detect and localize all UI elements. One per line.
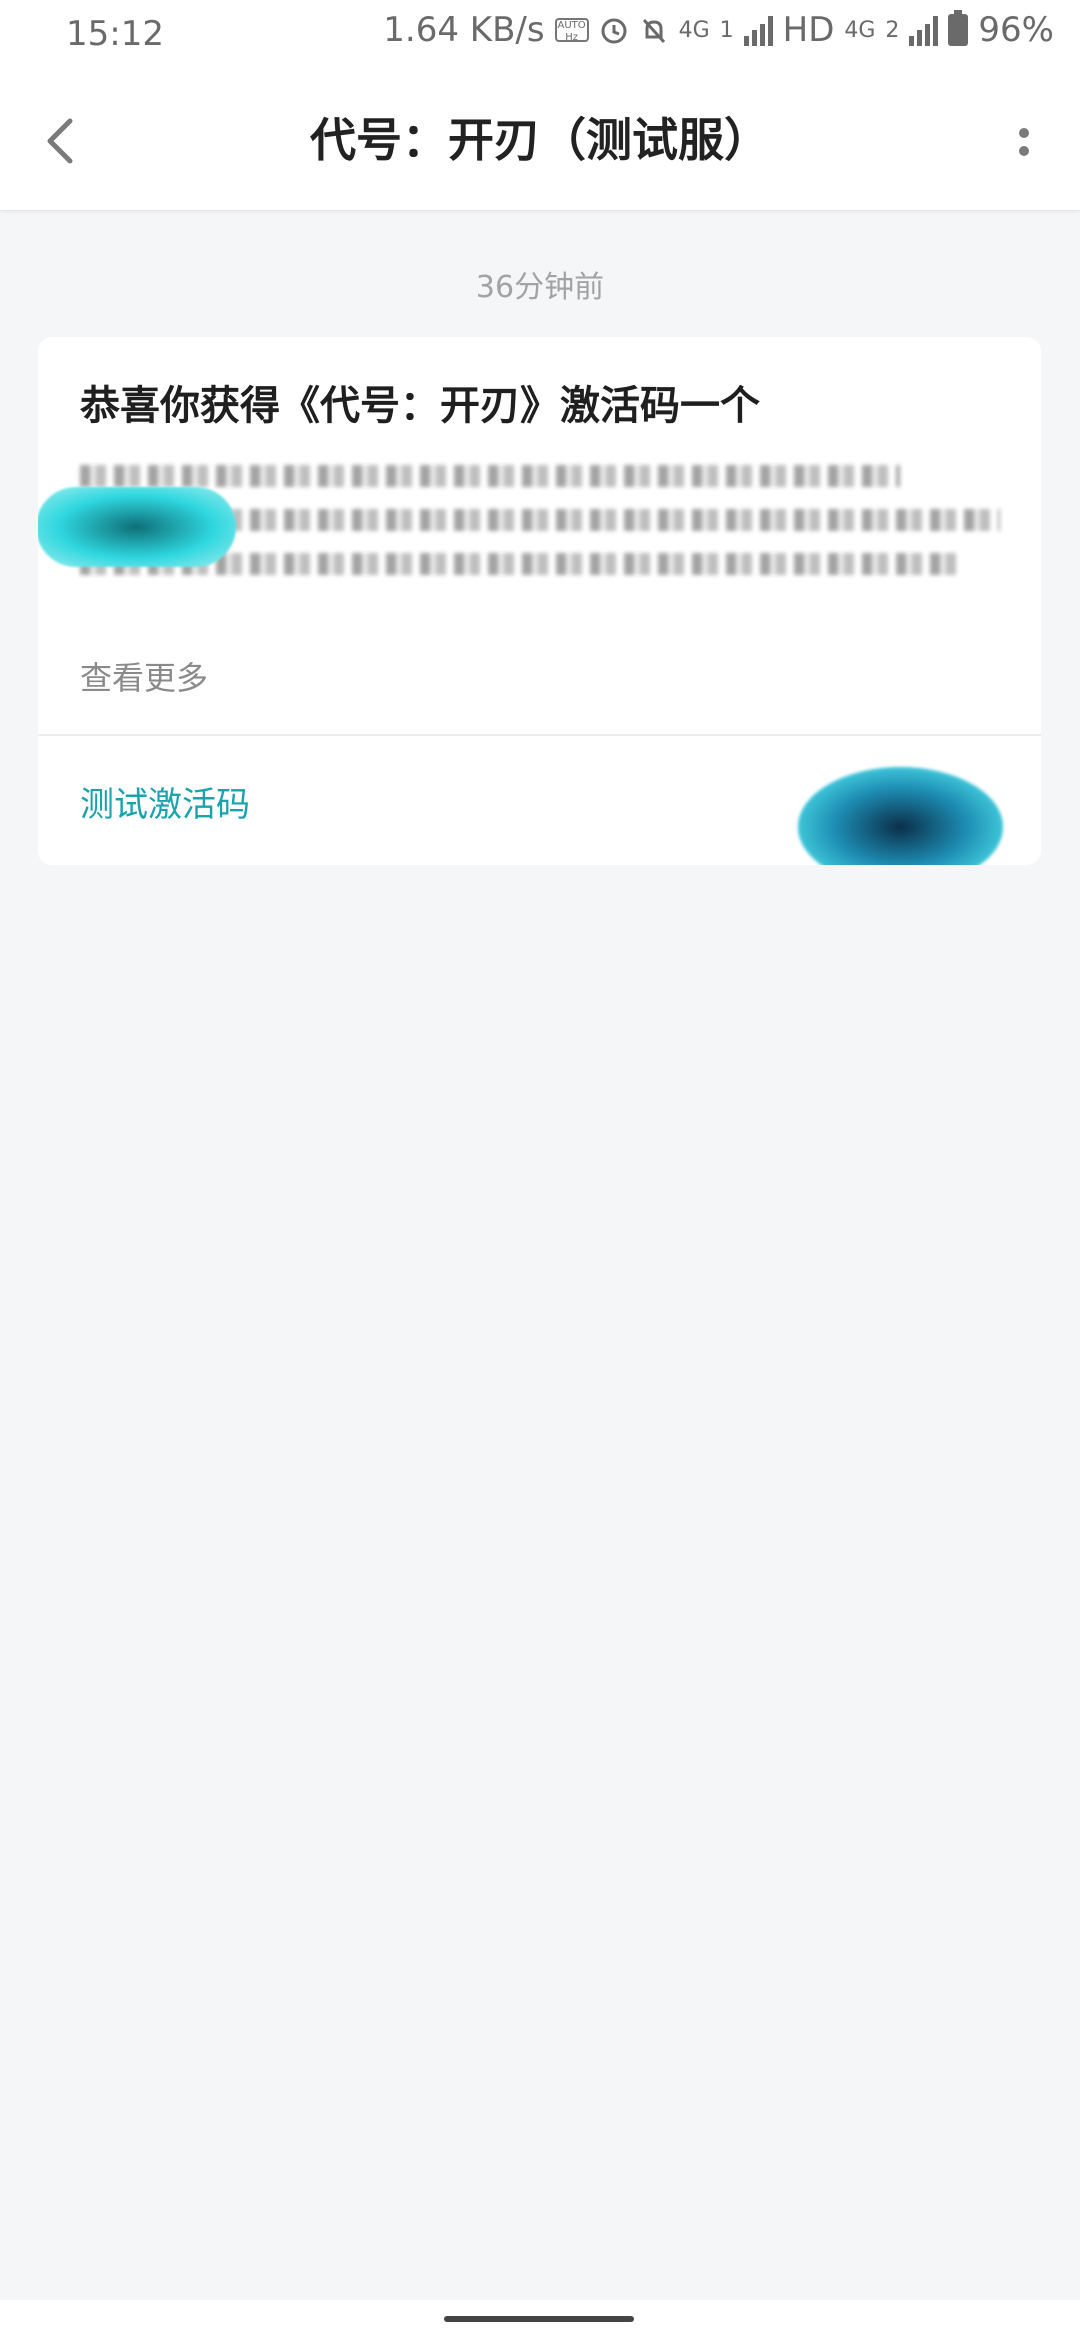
gesture-handle[interactable] <box>444 2316 634 2322</box>
sim1-network-label: 4G <box>678 17 710 43</box>
signal-icon <box>909 14 939 46</box>
status-icons: 1.64 KB/s AUTO Hz 4G 1 HD 4G 2 96% <box>383 10 1054 50</box>
message-title: 恭喜你获得《代号：开刃》激活码一个 <box>80 383 760 429</box>
back-button[interactable] <box>30 105 90 177</box>
refresh-rate-icon: AUTO Hz <box>554 18 589 43</box>
message-card[interactable]: 恭喜你获得《代号：开刃》激活码一个 查看更多 测试激活码 <box>38 337 1041 865</box>
sim2-badge: 2 <box>885 17 900 43</box>
redacted-image <box>798 767 1003 865</box>
test-activation-code-link[interactable]: 测试激活码 <box>80 777 250 826</box>
hd-label: HD <box>782 10 835 50</box>
battery-percent: 96% <box>978 10 1054 50</box>
message-timestamp: 36分钟前 <box>475 270 605 305</box>
battery-icon <box>948 10 969 46</box>
alarm-icon <box>601 18 627 44</box>
redacted-image <box>38 487 236 567</box>
more-options-button[interactable] <box>994 112 1054 172</box>
read-more-link[interactable]: 查看更多 <box>80 653 208 699</box>
mute-notification-icon <box>642 18 665 44</box>
signal-icon <box>743 14 773 46</box>
more-vertical-icon <box>1019 128 1029 138</box>
page-title: 代号：开刃（测试服） <box>310 113 770 167</box>
app-header: 代号：开刃（测试服） <box>0 72 1080 211</box>
more-vertical-icon <box>1019 146 1029 156</box>
status-bar: 15:12 1.64 KB/s AUTO Hz 4G 1 HD 4G 2 96% <box>0 0 1080 72</box>
network-speed: 1.64 KB/s <box>383 10 545 50</box>
chevron-left-icon <box>47 118 73 164</box>
sim1-badge: 1 <box>719 17 734 43</box>
divider <box>38 734 1041 736</box>
sim2-network-label: 4G <box>844 17 876 43</box>
status-time: 15:12 <box>66 14 164 54</box>
